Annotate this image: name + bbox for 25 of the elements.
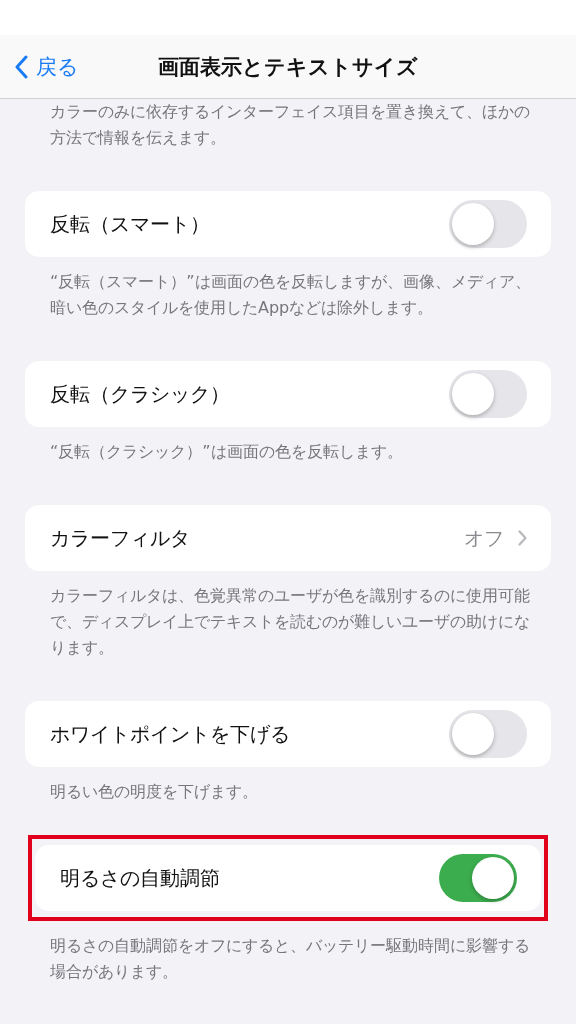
- chevron-right-icon: [518, 530, 527, 546]
- row-label: 反転（スマート）: [50, 210, 211, 238]
- toggle-switch[interactable]: [439, 854, 517, 902]
- toggle-switch[interactable]: [449, 370, 527, 418]
- toggle-switch[interactable]: [449, 710, 527, 758]
- row-value: オフ: [464, 524, 504, 552]
- row-label: 明るさの自動調節: [60, 864, 221, 892]
- nav-title: 画面表示とテキストサイズ: [158, 53, 418, 81]
- settings-row[interactable]: 反転（スマート）: [25, 191, 551, 257]
- row-label: ホワイトポイントを下げる: [50, 720, 291, 748]
- back-button[interactable]: 戻る: [0, 52, 79, 81]
- section-footer: 明るい色の明度を下げます。: [0, 779, 576, 805]
- settings-row[interactable]: 反転（クラシック）: [25, 361, 551, 427]
- section-footer: カラーのみに依存するインターフェイス項目を置き換えて、ほかの方法で情報を伝えます。: [0, 99, 576, 151]
- chevron-left-icon: [14, 54, 28, 79]
- settings-row[interactable]: 明るさの自動調節: [35, 845, 541, 911]
- row-label: 反転（クラシック）: [50, 380, 231, 408]
- settings-row[interactable]: カラーフィルタ オフ: [25, 505, 551, 571]
- row-label: カラーフィルタ: [50, 524, 191, 552]
- section-footer: “反転（クラシック）”は画面の色を反転します。: [0, 439, 576, 465]
- toggle-switch[interactable]: [449, 200, 527, 248]
- section-footer: カラーフィルタは、色覚異常のユーザが色を識別するのに使用可能で、ディスプレイ上でテキストを読むのが難しいユーザの助けになります。: [0, 583, 576, 661]
- section-footer: “反転（スマート）”は画面の色を反転しますが、画像、メディア、暗い色のスタイルを使用したAppなどは除外します。: [0, 269, 576, 321]
- settings-row[interactable]: ホワイトポイントを下げる: [25, 701, 551, 767]
- section-footer: 明るさの自動調節をオフにすると、バッテリー駆動時間に影響する場合があります。: [0, 933, 576, 985]
